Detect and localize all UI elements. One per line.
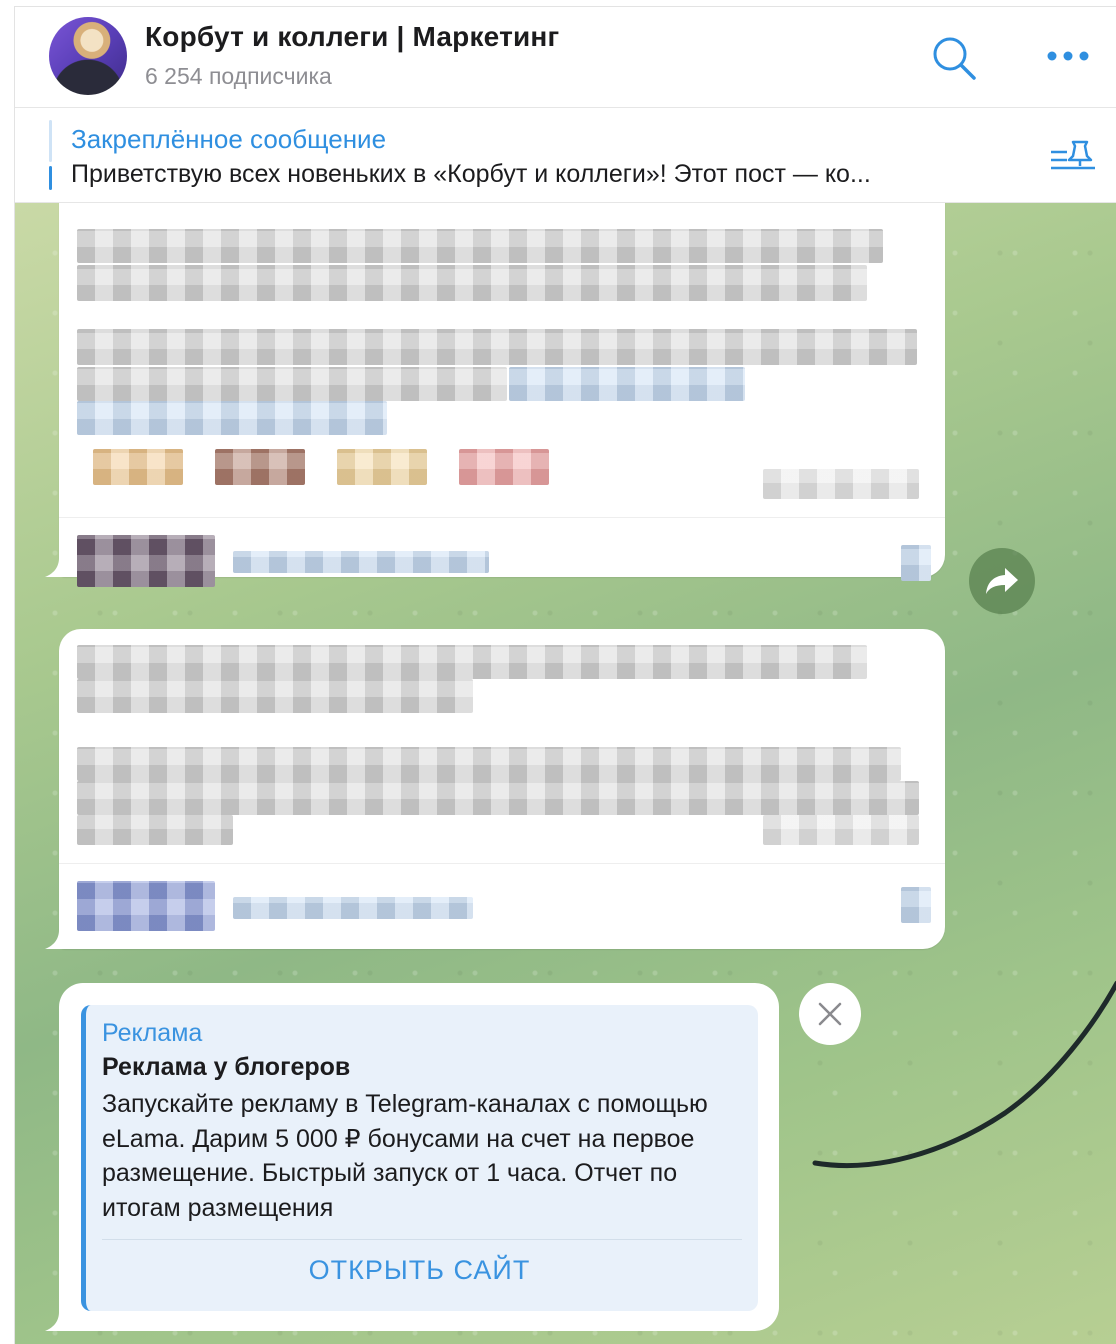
blurred-text bbox=[77, 747, 901, 781]
comments-divider bbox=[59, 863, 945, 864]
bubble-tail bbox=[45, 558, 65, 577]
blurred-link bbox=[509, 367, 745, 401]
close-icon bbox=[818, 1002, 842, 1026]
channel-title[interactable]: Корбут и коллеги | Маркетинг bbox=[145, 21, 559, 53]
subscriber-count: 6 254 подписчика bbox=[145, 63, 332, 89]
channel-message-blurred[interactable] bbox=[59, 203, 945, 587]
blurred-meta bbox=[763, 815, 919, 845]
channel-avatar[interactable] bbox=[49, 17, 127, 95]
bubble-tail bbox=[45, 1312, 65, 1331]
pin-list-icon[interactable] bbox=[1049, 138, 1097, 178]
ad-card[interactable]: Реклама Реклама у блогеров Запускайте ре… bbox=[81, 1005, 758, 1311]
ad-body: Запускайте рекламу в Telegram-каналах с … bbox=[102, 1090, 708, 1222]
blurred-chevron bbox=[901, 887, 931, 923]
more-icon[interactable] bbox=[1045, 43, 1091, 69]
ad-title: Реклама у блогеров bbox=[102, 1053, 351, 1081]
forward-icon bbox=[986, 568, 1018, 594]
blurred-comments-link[interactable] bbox=[233, 551, 489, 573]
blurred-reaction bbox=[337, 449, 427, 485]
close-ad-button[interactable] bbox=[799, 983, 861, 1045]
blurred-commenter-avatars bbox=[77, 881, 215, 931]
pinned-text: Приветствую всех новеньких в «Корбут и к… bbox=[71, 160, 871, 188]
search-icon[interactable] bbox=[931, 35, 977, 81]
ad-divider bbox=[102, 1239, 742, 1240]
blurred-text bbox=[77, 781, 919, 815]
blurred-commenter-avatars bbox=[77, 535, 215, 587]
blurred-reaction bbox=[459, 449, 549, 485]
channel-message-blurred[interactable] bbox=[59, 629, 945, 949]
blurred-text bbox=[77, 329, 917, 365]
blurred-chevron bbox=[901, 545, 931, 581]
blurred-comments-link[interactable] bbox=[233, 897, 473, 919]
blurred-text bbox=[77, 645, 867, 679]
blurred-reaction bbox=[215, 449, 305, 485]
ad-label: Реклама bbox=[102, 1019, 203, 1047]
pinned-label: Закреплённое сообщение bbox=[71, 124, 387, 154]
blurred-text bbox=[77, 679, 473, 713]
bubble-tail bbox=[45, 930, 65, 949]
blurred-meta bbox=[763, 469, 919, 499]
comments-divider bbox=[59, 517, 945, 518]
pinned-message-bar[interactable]: Закреплённое сообщение Приветствую всех … bbox=[15, 108, 1116, 203]
blurred-text bbox=[77, 367, 507, 401]
pinned-indicator-active bbox=[49, 166, 52, 190]
blurred-text bbox=[77, 265, 867, 301]
blurred-text bbox=[77, 229, 883, 263]
open-site-button[interactable]: ОТКРЫТЬ САЙТ bbox=[86, 1255, 753, 1286]
channel-header: Корбут и коллеги | Маркетинг 6 254 подпи… bbox=[15, 7, 1116, 108]
chat-area[interactable]: Реклама Реклама у блогеров Запускайте ре… bbox=[15, 203, 1116, 1344]
telegram-channel-window: Корбут и коллеги | Маркетинг 6 254 подпи… bbox=[14, 6, 1116, 1344]
forward-button[interactable] bbox=[969, 548, 1035, 614]
blurred-link bbox=[77, 401, 387, 435]
blurred-reaction bbox=[93, 449, 183, 485]
blurred-text bbox=[77, 815, 233, 845]
pinned-indicator-inactive bbox=[49, 120, 52, 162]
sponsored-message[interactable]: Реклама Реклама у блогеров Запускайте ре… bbox=[59, 983, 779, 1331]
